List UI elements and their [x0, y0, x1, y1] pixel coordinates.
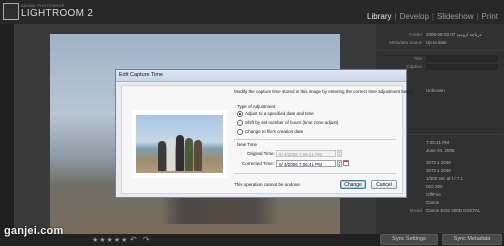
calendar-icon[interactable] — [343, 160, 349, 166]
module-develop[interactable]: Develop — [400, 12, 429, 21]
metadata-value: 7:06:41 PM — [426, 140, 450, 145]
edit-capture-time-dialog: Edit Capture Time Modify the capture tim… — [115, 69, 414, 198]
metadata-label: Metadata Status — [389, 40, 422, 45]
module-separator: | — [431, 12, 434, 21]
metadata-value: Canon EOS 300D DIGITAL — [426, 208, 481, 213]
caption-field[interactable] — [426, 64, 498, 70]
metadata-value: 1/200 sec at f / 7.1 — [426, 176, 464, 181]
metadata-row: Metadata Status Up to date — [376, 40, 504, 47]
app-title: LIGHTROOM 2 — [21, 8, 94, 19]
metadata-label: Caption — [406, 64, 422, 69]
module-print[interactable]: Print — [482, 12, 498, 21]
dialog-title: Edit Capture Time — [119, 72, 164, 78]
option-label: Change to file's creation date — [245, 129, 304, 134]
radio-adjust-specified[interactable] — [237, 111, 243, 117]
module-slideshow[interactable]: Slideshow — [437, 12, 473, 21]
rotate-right-icon[interactable]: ↷ — [143, 235, 150, 244]
module-library[interactable]: Library — [367, 12, 391, 21]
metadata-row: Title — [376, 56, 504, 63]
dialog-body: Modify the capture time stored in this i… — [121, 85, 414, 194]
rotate-left-icon[interactable]: ↶ — [130, 235, 137, 244]
divider — [234, 139, 396, 140]
undo-warning: This operation cannot be undone. — [234, 182, 302, 187]
watermark: ganjei.com — [4, 225, 64, 237]
option-label: Shift by set number of hours (time zone … — [245, 120, 339, 125]
sync-settings-button[interactable]: Sync Settings — [380, 234, 438, 245]
module-separator: | — [394, 12, 397, 21]
divider — [378, 50, 502, 51]
dialog-description: Modify the capture time stored in this i… — [234, 89, 415, 94]
divider — [234, 173, 396, 174]
metadata-label: Folder — [409, 32, 422, 37]
metadata-value: Off/Fire — [426, 192, 441, 197]
lightroom-logo-icon — [3, 3, 19, 20]
metadata-value: Up to date — [426, 40, 447, 45]
radio-file-creation-date[interactable] — [237, 129, 243, 135]
corrected-time-label: Corrected Time: — [242, 161, 275, 166]
metadata-value: June 04, 2006 — [426, 148, 455, 153]
type-of-adjustment-heading: Type of Adjustment — [237, 104, 276, 109]
photo-preview — [136, 115, 223, 173]
metadata-row: Model Canon EOS 300D DIGITAL — [376, 208, 504, 215]
metadata-value: Canon — [426, 200, 440, 205]
star-rating[interactable]: ★★★★★ — [92, 236, 128, 244]
corrected-time-field[interactable]: 6/ 4/2006 7:06:41 PM — [276, 160, 336, 167]
metadata-value: 2006-06-03 07 دریاچه ارومیه — [426, 32, 482, 37]
new-time-heading: New Time — [237, 142, 258, 147]
metadata-row: Folder 2006-06-03 07 دریاچه ارومیه — [376, 32, 504, 39]
radio-shift-hours[interactable] — [237, 120, 243, 126]
cancel-button[interactable]: Cancel — [371, 180, 397, 189]
original-time-spinner: ▴ ▾ — [337, 150, 342, 157]
sync-metadata-button[interactable]: Sync Metadata — [442, 234, 502, 245]
metadata-value: Unknown — [426, 88, 445, 93]
photo-person — [176, 135, 184, 171]
title-field[interactable] — [426, 56, 498, 62]
original-time-label: Original Time: — [247, 151, 275, 156]
photo-person — [158, 141, 166, 171]
metadata-label: Model — [409, 208, 422, 213]
photo-person — [167, 137, 175, 171]
original-time-field: 6/ 4/2006 7:06:41 PM — [276, 150, 336, 157]
metadata-value: ISO 200 — [426, 184, 443, 189]
photo-person — [185, 138, 193, 171]
metadata-value: 3072 x 2048 — [426, 168, 451, 173]
module-separator: | — [476, 12, 479, 21]
module-picker: Library | Develop | Slideshow | Print — [367, 12, 498, 21]
metadata-label: Title — [413, 56, 422, 61]
metadata-row: Canon — [376, 200, 504, 207]
option-label: Adjust to a specified date and time — [245, 111, 314, 116]
photo-preview-frame — [132, 110, 227, 178]
metadata-value: 3072 x 2048 — [426, 160, 451, 165]
photo-person — [194, 140, 202, 171]
corrected-time-spinner[interactable]: ▴ ▾ — [337, 160, 342, 167]
dialog-title-bar[interactable]: Edit Capture Time — [116, 70, 406, 82]
left-panel-collapsed[interactable] — [0, 24, 14, 234]
change-button[interactable]: Change — [340, 180, 366, 189]
top-bar: ADOBE PHOTOSHOP LIGHTROOM 2 Library | Deve… — [0, 0, 504, 24]
